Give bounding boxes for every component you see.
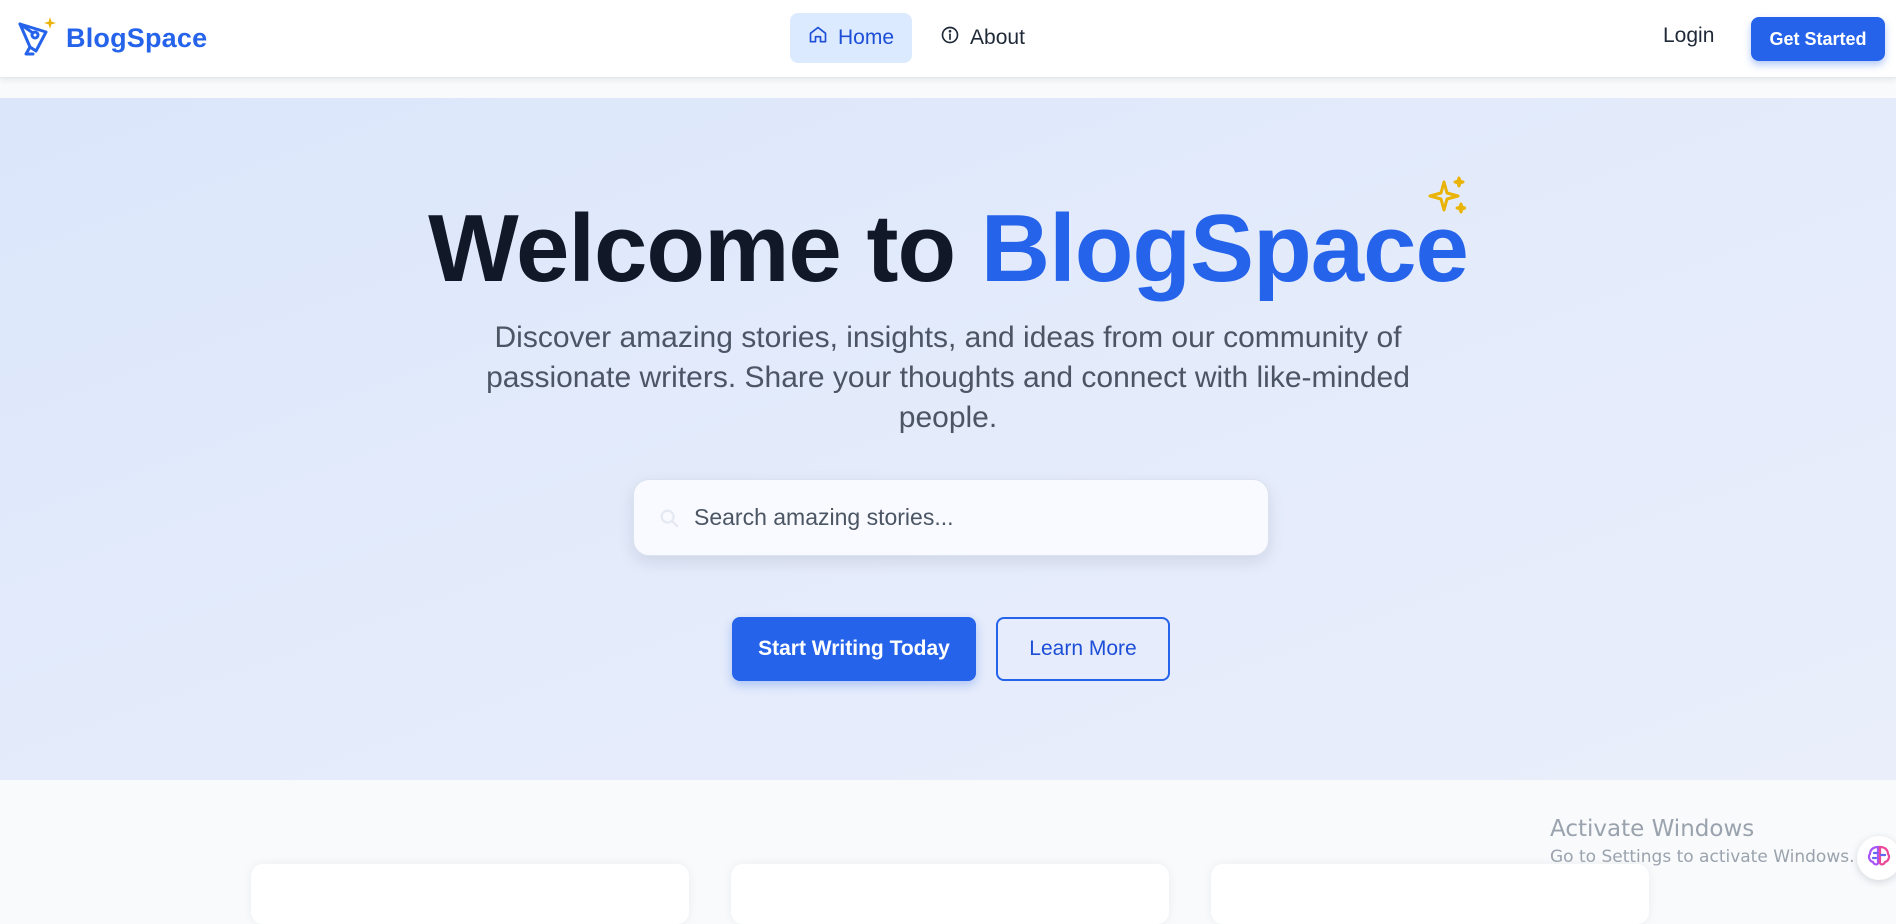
- nav-item-about-label: About: [970, 26, 1025, 49]
- post-card[interactable]: [1211, 864, 1649, 924]
- brand-name: BlogSpace: [66, 22, 208, 53]
- hero-title-accent: BlogSpace: [980, 195, 1469, 302]
- nav-item-home-label: Home: [838, 26, 895, 49]
- pen-tool-logo-icon: [16, 15, 58, 62]
- nav-item-about[interactable]: About: [922, 13, 1043, 63]
- login-link[interactable]: Login: [1663, 24, 1714, 48]
- home-icon: [808, 25, 828, 51]
- search-icon: [658, 507, 680, 529]
- info-icon: [940, 25, 960, 51]
- sparkle-icon: [1428, 176, 1467, 221]
- learn-more-button[interactable]: Learn More: [996, 617, 1170, 681]
- start-writing-button[interactable]: Start Writing Today: [732, 617, 976, 681]
- post-card[interactable]: [731, 864, 1169, 924]
- get-started-button[interactable]: Get Started: [1751, 17, 1885, 61]
- post-card[interactable]: [251, 864, 689, 924]
- windows-activation-watermark: Activate Windows Go to Settings to activ…: [1550, 814, 1855, 870]
- floating-assistant-button[interactable]: [1857, 836, 1896, 880]
- hero-title: Welcome to BlogSpace: [0, 194, 1896, 304]
- search-bar: [633, 479, 1269, 556]
- nav-item-home[interactable]: Home: [790, 13, 913, 63]
- hero-section: Welcome to BlogSpace Discover amazing st…: [0, 98, 1896, 780]
- top-navbar: BlogSpace Home About Login Get Started: [0, 0, 1896, 78]
- search-input[interactable]: [694, 504, 1234, 531]
- watermark-subtitle: Go to Settings to activate Windows.: [1550, 847, 1855, 867]
- watermark-title: Activate Windows: [1550, 816, 1755, 842]
- hero-title-prefix: Welcome to: [428, 195, 956, 302]
- brain-icon: [1866, 843, 1892, 874]
- main-nav: Home About: [790, 13, 1043, 63]
- brand-logo-link[interactable]: BlogSpace: [16, 12, 207, 64]
- hero-subtitle: Discover amazing stories, insights, and …: [486, 321, 1410, 434]
